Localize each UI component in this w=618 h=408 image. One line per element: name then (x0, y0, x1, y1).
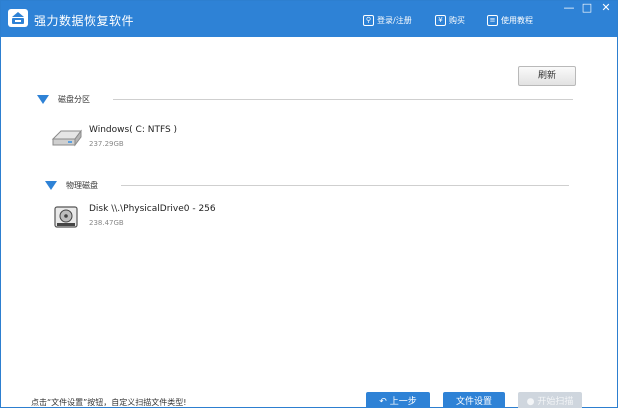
section-label: 磁盘分区 (58, 94, 90, 104)
minimize-button[interactable]: — (561, 2, 577, 16)
collapse-triangle-icon (45, 180, 57, 190)
section-header-physical-disks[interactable]: 物理磁盘 (45, 179, 98, 191)
drive-item-windows-c[interactable]: Windows( C: NTFS ) 237.29GB (51, 125, 271, 157)
book-icon: ≡ (487, 14, 498, 26)
yen-icon: ¥ (435, 14, 446, 26)
collapse-triangle-icon (37, 94, 49, 104)
login-link[interactable]: ⚲ 登录/注册 (363, 13, 412, 27)
drive-item-physical-drive0[interactable]: Disk \\.\PhysicalDrive0 - 256 238.47GB (53, 204, 293, 236)
hard-drive-icon (51, 129, 82, 147)
maximize-button[interactable]: □ (579, 2, 595, 16)
app-window: 强力数据恢复软件 ⚲ 登录/注册 ¥ 购买 ≡ 使用教程 — □ ✕ 刷新 磁盘… (0, 0, 618, 408)
tutorial-label: 使用教程 (501, 15, 533, 25)
tutorial-link[interactable]: ≡ 使用教程 (487, 13, 533, 27)
close-button[interactable]: ✕ (598, 2, 614, 16)
scan-icon: ● (526, 397, 535, 407)
section-divider (121, 185, 569, 186)
start-scan-button[interactable]: ● 开始扫描 (518, 392, 582, 408)
start-scan-label: 开始扫描 (537, 397, 574, 407)
title-bar: 强力数据恢复软件 ⚲ 登录/注册 ¥ 购买 ≡ 使用教程 — □ ✕ (1, 1, 617, 37)
app-title: 强力数据恢复软件 (34, 14, 135, 28)
drive-name: Disk \\.\PhysicalDrive0 - 256 (89, 204, 216, 214)
app-logo-icon (8, 9, 28, 27)
section-divider (113, 99, 573, 100)
login-label: 登录/注册 (377, 15, 412, 25)
drive-size: 238.47GB (89, 219, 124, 227)
back-arrow-icon: ↶ (379, 397, 387, 407)
buy-label: 购买 (449, 15, 465, 25)
drive-name: Windows( C: NTFS ) (89, 125, 178, 135)
back-button[interactable]: ↶ 上一步 (366, 392, 430, 408)
physical-disk-icon (54, 206, 78, 228)
back-label: 上一步 (389, 397, 417, 407)
user-icon: ⚲ (363, 14, 374, 26)
buy-link[interactable]: ¥ 购买 (435, 13, 465, 27)
section-label: 物理磁盘 (66, 180, 98, 190)
file-settings-button[interactable]: 文件设置 (443, 392, 505, 408)
refresh-button[interactable]: 刷新 (518, 66, 576, 86)
drive-size: 237.29GB (89, 140, 124, 148)
footer-hint: 点击“文件设置”按钮，自定义扫描文件类型! (31, 398, 187, 407)
section-header-partitions[interactable]: 磁盘分区 (37, 93, 90, 105)
